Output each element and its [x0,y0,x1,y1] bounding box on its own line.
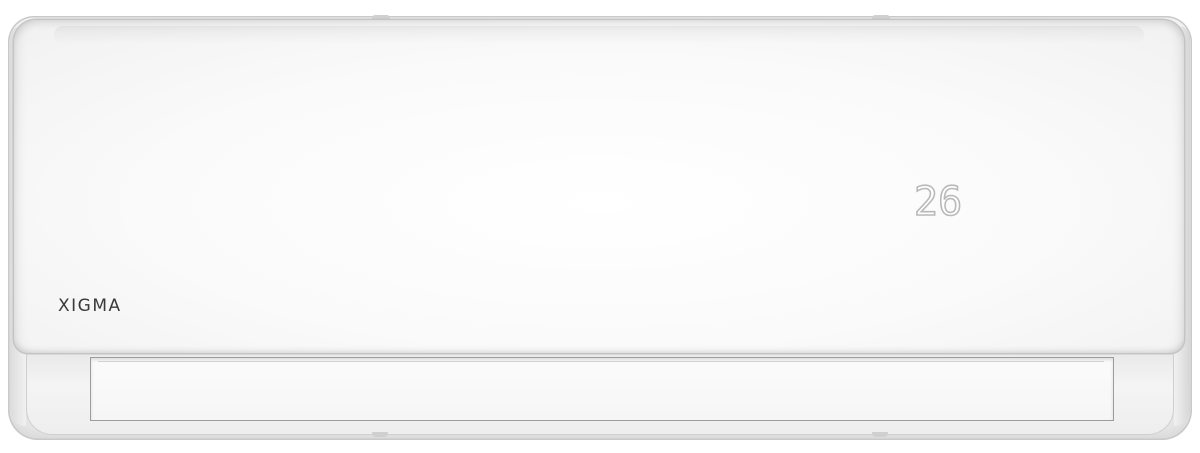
front-panel: XIGMA 26 [14,20,1184,353]
bottom-clip [372,432,388,437]
temperature-display-digits: 26 [913,179,963,225]
air-conditioner-unit: XIGMA 26 [0,0,1200,453]
air-louver-flap [90,357,1114,421]
temperature-display: 26 [913,179,978,225]
top-clip [372,15,390,19]
bottom-clip [872,432,888,437]
brand-logo: XIGMA [58,296,122,316]
louver-edge-line [98,361,1104,362]
panel-top-shading [54,26,1144,44]
top-clip [872,15,890,19]
